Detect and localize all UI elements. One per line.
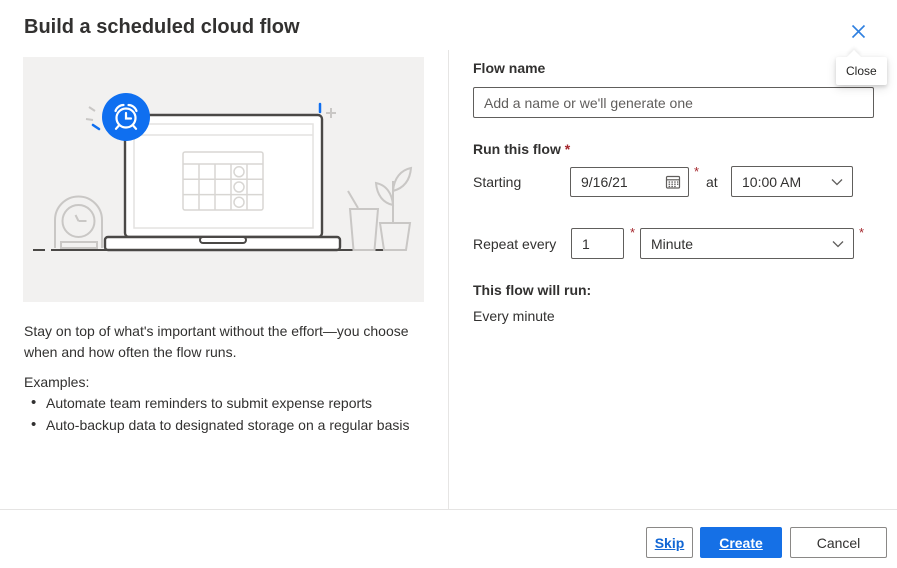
calendar-graphic (182, 151, 264, 211)
scheduled-cloud-flow-dialog: Build a scheduled cloud flow Close Stay … (0, 0, 897, 568)
required-asterisk: * (564, 141, 571, 157)
repeat-interval-input[interactable] (571, 228, 624, 259)
footer-divider (0, 509, 897, 510)
starting-label: Starting (473, 174, 522, 190)
repeat-interval-required-asterisk: * (630, 225, 636, 240)
scheduled-flow-illustration (23, 57, 424, 302)
examples-label: Examples: (24, 374, 90, 390)
dialog-title: Build a scheduled cloud flow (24, 16, 300, 38)
vertical-divider (448, 50, 449, 509)
glass-graphic (347, 190, 380, 251)
repeat-every-label: Repeat every (473, 236, 557, 252)
close-tooltip-label: Close (846, 64, 877, 78)
create-button[interactable]: Create (700, 527, 782, 558)
start-time-value: 10:00 AM (742, 173, 802, 190)
plant-graphic (374, 166, 413, 251)
start-date-input[interactable] (570, 167, 689, 197)
flow-name-label: Flow name (473, 60, 546, 76)
mantel-clock-graphic (54, 195, 103, 249)
run-this-flow-text: Run this flow (473, 141, 561, 157)
repeat-frequency-required-asterisk: * (859, 225, 865, 240)
repeat-frequency-value: Minute (651, 235, 694, 252)
run-this-flow-label: Run this flow * (473, 141, 570, 157)
example-item: Auto-backup data to designated storage o… (24, 414, 448, 437)
cancel-button[interactable]: Cancel (790, 527, 887, 558)
at-label: at (706, 174, 718, 190)
chevron-down-icon (831, 178, 843, 185)
examples-list: Automate team reminders to submit expens… (24, 392, 448, 437)
flow-run-summary-label: This flow will run: (473, 282, 592, 298)
close-tooltip: Close (836, 49, 887, 85)
alarm-clock-badge (102, 93, 150, 141)
start-date-required-asterisk: * (694, 164, 700, 179)
start-date-field (570, 167, 689, 197)
example-item: Automate team reminders to submit expens… (24, 392, 448, 415)
close-button[interactable] (844, 18, 872, 44)
chevron-down-icon (832, 240, 844, 247)
tooltip-caret (846, 49, 862, 65)
flow-description: Stay on top of what's important without … (24, 323, 409, 360)
start-time-dropdown[interactable]: 10:00 AM (731, 166, 853, 197)
flow-run-summary-value: Every minute (473, 308, 555, 324)
skip-button[interactable]: Skip (646, 527, 693, 558)
flow-name-input[interactable] (473, 87, 874, 118)
close-icon (851, 24, 865, 38)
repeat-frequency-dropdown[interactable]: Minute (640, 228, 854, 259)
